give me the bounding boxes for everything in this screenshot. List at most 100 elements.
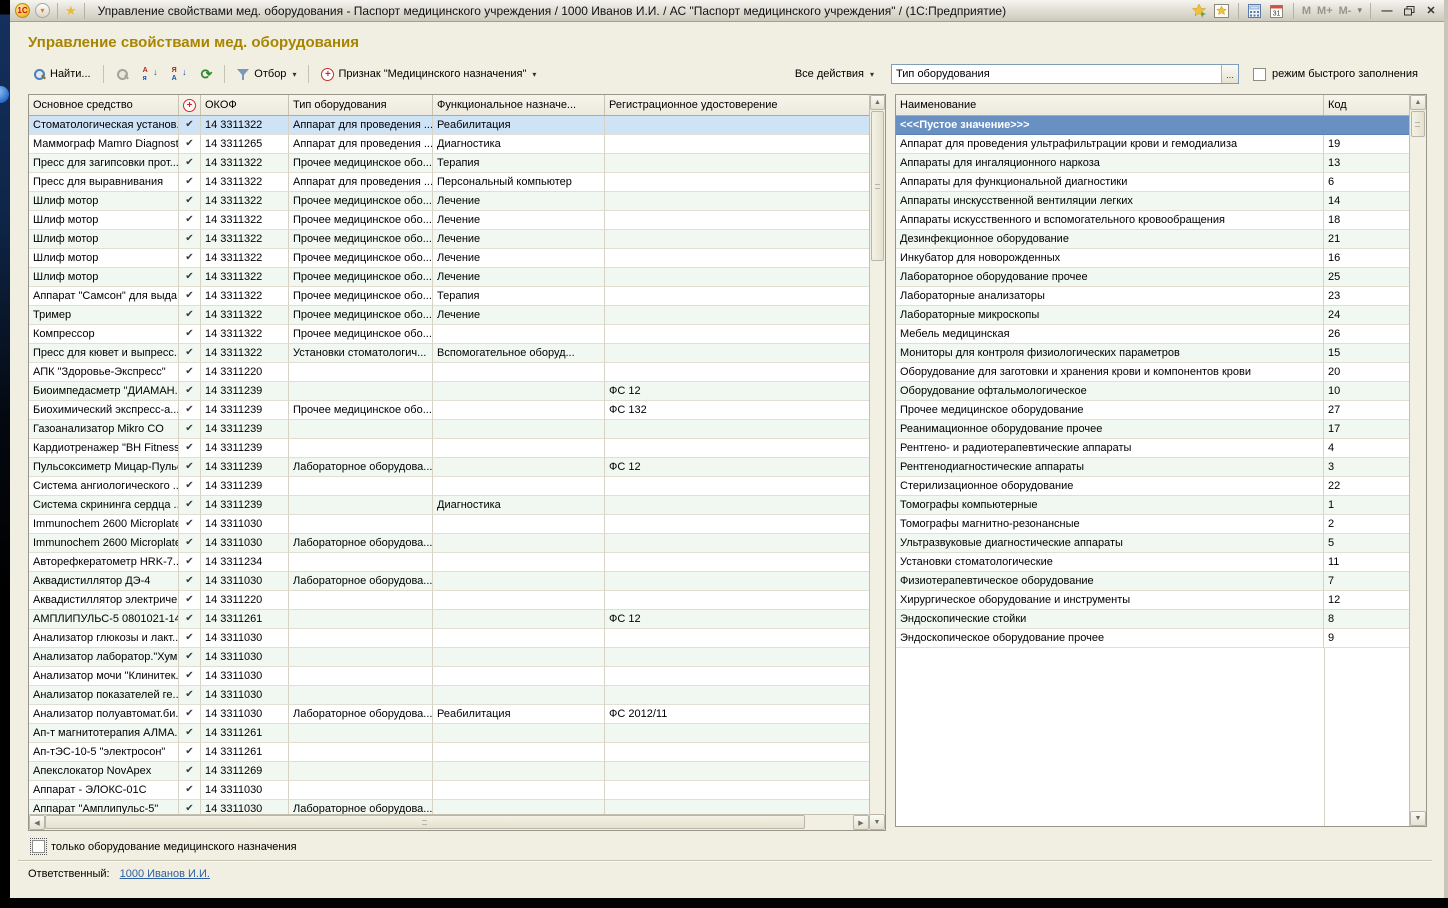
equipment-row[interactable]: Анализатор глюкозы и лакт... ✔ 14 3311030 — [29, 629, 869, 648]
close-button[interactable]: ✕ — [1423, 4, 1439, 18]
equipment-row[interactable]: Анализатор мочи "Клинитек... ✔ 14 3311030 — [29, 667, 869, 686]
equipment-type-row[interactable]: Прочее медицинское оборудование 27 — [896, 401, 1409, 420]
equipment-row[interactable]: Шлиф мотор ✔ 14 3311322 Прочее медицинское … — [29, 230, 869, 249]
sort-ascending-button[interactable]: Ая ↓ — [138, 65, 163, 84]
restore-button[interactable] — [1401, 4, 1417, 18]
equipment-type-row[interactable]: Томографы компьютерные 1 — [896, 496, 1409, 515]
equipment-row[interactable]: Пресс для загипсовки прот... ✔ 14 3311322 П… — [29, 154, 869, 173]
equipment-row[interactable]: Шлиф мотор ✔ 14 3311322 Прочее медицинское … — [29, 249, 869, 268]
memory-recall-button[interactable]: M — [1302, 5, 1311, 17]
equipment-type-row[interactable]: Инкубатор для новорожденных 16 — [896, 249, 1409, 268]
scroll-down-icon[interactable]: ▼ — [1410, 811, 1426, 826]
scroll-down-icon[interactable]: ▼ — [869, 814, 885, 830]
equipment-row[interactable]: Immunochem 2600 Microplate... ✔ 14 3311030 — [29, 515, 869, 534]
equipment-type-row[interactable]: Томографы магнитно-резонансные 2 — [896, 515, 1409, 534]
cancel-search-button[interactable] — [111, 66, 134, 83]
scroll-right-icon[interactable]: ▶ — [853, 815, 869, 830]
equipment-type-row[interactable]: Лабораторное оборудование прочее 25 — [896, 268, 1409, 287]
equipment-row[interactable]: АПК "Здоровье-Экспресс" ✔ 14 3311220 — [29, 363, 869, 382]
find-button[interactable]: Найти... — [28, 66, 96, 83]
sort-descending-button[interactable]: Я А ↓ — [167, 65, 192, 84]
equipment-row[interactable]: Маммограф Mamro Diagnost ✔ 14 3311265 Аппар… — [29, 135, 869, 154]
equipment-row[interactable]: Компрессор ✔ 14 3311322 Прочее медицинское … — [29, 325, 869, 344]
equipment-row[interactable]: Анализатор показателей ге... ✔ 14 3311030 — [29, 686, 869, 705]
responsible-link[interactable]: 1000 Иванов И.И. — [120, 868, 210, 880]
equipment-type-row[interactable]: Аппараты для функциональной диагностики 6 — [896, 173, 1409, 192]
column-header-medical-flag[interactable]: + — [179, 95, 201, 115]
all-actions-button[interactable]: Все действия ▾ — [790, 66, 879, 82]
equipment-row[interactable]: Пресс для кювет и выпресс... ✔ 14 3311322 У… — [29, 344, 869, 363]
equipment-row[interactable]: Аквадистиллятор электриче... ✔ 14 3311220 — [29, 591, 869, 610]
equipment-row[interactable]: Анализатор лаборатор."Хум... ✔ 14 3311030 — [29, 648, 869, 667]
toolbar-overflow-chevron-icon[interactable]: ▾ — [1357, 5, 1362, 16]
equipment-type-row[interactable]: Аппарат для проведения ультрафильтрации … — [896, 135, 1409, 154]
equipment-type-row[interactable]: Эндоскопические стойки 8 — [896, 610, 1409, 629]
equipment-row[interactable]: Биохимический экспресс-а... ✔ 14 3311239 Пр… — [29, 401, 869, 420]
main-menu-button[interactable]: ▾ — [35, 3, 50, 18]
add-favorite-icon[interactable] — [1192, 3, 1208, 18]
equipment-type-row[interactable]: <<<Пустое значение>>> — [896, 116, 1409, 135]
equipment-type-row[interactable]: Дезинфекционное оборудование 21 — [896, 230, 1409, 249]
equipment-type-row[interactable]: Лабораторные микроскопы 24 — [896, 306, 1409, 325]
minimize-button[interactable]: — — [1379, 4, 1395, 18]
equipment-row[interactable]: Пульсоксиметр Мицар-Пульс ✔ 14 3311239 Лабо… — [29, 458, 869, 477]
equipment-row[interactable]: Тример ✔ 14 3311322 Прочее медицинское обо.… — [29, 306, 869, 325]
scrollbar-thumb[interactable] — [1411, 111, 1425, 137]
type-vertical-scrollbar[interactable]: ▲ ▼ — [1409, 95, 1426, 826]
quick-fill-checkbox[interactable] — [1253, 67, 1267, 81]
calculator-icon[interactable] — [1247, 3, 1263, 18]
equipment-type-row[interactable]: Аппараты инскусственной вентиляции легки… — [896, 192, 1409, 211]
column-header-okof[interactable]: ОКОФ — [201, 95, 289, 115]
equipment-row[interactable]: Шлиф мотор ✔ 14 3311322 Прочее медицинское … — [29, 211, 869, 230]
memory-minus-button[interactable]: M- — [1339, 5, 1352, 17]
equipment-row[interactable]: Пресс для выравнивания ✔ 14 3311322 Аппарат… — [29, 173, 869, 192]
equipment-type-row[interactable]: Лабораторные анализаторы 23 — [896, 287, 1409, 306]
equipment-type-row[interactable]: Физиотерапевтическое оборудование 7 — [896, 572, 1409, 591]
column-header-type[interactable]: Тип оборудования — [289, 95, 433, 115]
favorites-star-icon[interactable]: ★ — [65, 4, 77, 17]
equipment-row[interactable]: Биоимпедасметр "ДИАМАН... ✔ 14 3311239 ФС 1… — [29, 382, 869, 401]
equipment-row[interactable]: Шлиф мотор ✔ 14 3311322 Прочее медицинское … — [29, 192, 869, 211]
column-header-registration[interactable]: Регистрационное удостоверение — [605, 95, 869, 115]
equipment-type-row[interactable]: Установки стоматологические 11 — [896, 553, 1409, 572]
equipment-type-row[interactable]: Ультразвуковые диагностические аппараты 5 — [896, 534, 1409, 553]
equipment-type-row[interactable]: Рентгено- и радиотерапевтические аппарат… — [896, 439, 1409, 458]
equipment-row[interactable]: Апекслокатор NovApex ✔ 14 3311269 — [29, 762, 869, 781]
equipment-row[interactable]: Ап-т магнитотерапия АЛМА... ✔ 14 3311261 — [29, 724, 869, 743]
scroll-up-icon[interactable]: ▲ — [1410, 95, 1426, 110]
horizontal-scroll-track[interactable] — [45, 815, 853, 830]
column-header-code[interactable]: Код — [1324, 95, 1409, 115]
only-medical-checkbox[interactable] — [30, 838, 47, 855]
equipment-row[interactable]: Кардиотренажер "BH Fitness" ✔ 14 3311239 — [29, 439, 869, 458]
equipment-type-row[interactable]: Мебель медицинская 26 — [896, 325, 1409, 344]
equipment-type-row[interactable]: Аппараты для ингаляционного наркоза 13 — [896, 154, 1409, 173]
equipment-row[interactable]: Система скрининга сердца ... ✔ 14 3311239 Д… — [29, 496, 869, 515]
equipment-row[interactable]: Стоматологическая установ... ✔ 14 3311322 А… — [29, 116, 869, 135]
column-header-name[interactable]: Наименование — [896, 95, 1324, 115]
equipment-row[interactable]: Газоанализатор Mikro CO ✔ 14 3311239 — [29, 420, 869, 439]
equipment-row[interactable]: Шлиф мотор ✔ 14 3311322 Прочее медицинское … — [29, 268, 869, 287]
refresh-button[interactable]: ⟳ — [196, 65, 218, 83]
memory-plus-button[interactable]: M+ — [1317, 5, 1333, 17]
equipment-row[interactable]: Ап-тЭС-10-5 "электросон" ✔ 14 3311261 — [29, 743, 869, 762]
equipment-horizontal-scrollbar[interactable]: ◀ ▶ — [29, 814, 869, 830]
show-favorites-icon[interactable] — [1214, 3, 1230, 18]
equipment-type-row[interactable]: Реанимационное оборудование прочее 17 — [896, 420, 1409, 439]
equipment-row[interactable]: Аквадистиллятор ДЭ-4 ✔ 14 3311030 Лаборатор… — [29, 572, 869, 591]
equipment-type-row[interactable]: Мониторы для контроля физиологических па… — [896, 344, 1409, 363]
equipment-type-row[interactable]: Стерилизационное оборудование 22 — [896, 477, 1409, 496]
equipment-type-row[interactable]: Хирургическое оборудование и инструменты… — [896, 591, 1409, 610]
equipment-row[interactable]: Аппарат "Амплипульс-5" ✔ 14 3311030 Лаборат… — [29, 800, 869, 814]
scrollbar-thumb[interactable] — [45, 815, 805, 829]
equipment-row[interactable]: Система ангиологического ... ✔ 14 3311239 — [29, 477, 869, 496]
choose-button[interactable]: ... — [1221, 65, 1239, 83]
calendar-icon[interactable]: 31 — [1269, 3, 1285, 18]
column-header-asset[interactable]: Основное средство — [29, 95, 179, 115]
equipment-row[interactable]: Immunochem 2600 Microplate... ✔ 14 3311030… — [29, 534, 869, 553]
equipment-type-row[interactable]: Оборудование для заготовки и хранения кр… — [896, 363, 1409, 382]
medical-attribute-button[interactable]: + Признак "Медицинского назначения" ▾ — [316, 66, 541, 83]
equipment-row[interactable]: Аппарат - ЭЛОКС-01С ✔ 14 3311030 — [29, 781, 869, 800]
equipment-type-row[interactable]: Эндоскопическое оборудование прочее 9 — [896, 629, 1409, 648]
equipment-row[interactable]: Анализатор полуавтомат.би... ✔ 14 3311030 Л… — [29, 705, 869, 724]
equipment-row[interactable]: АМПЛИПУЛЬС-5 0801021-14 ✔ 14 3311261 ФС 12 — [29, 610, 869, 629]
